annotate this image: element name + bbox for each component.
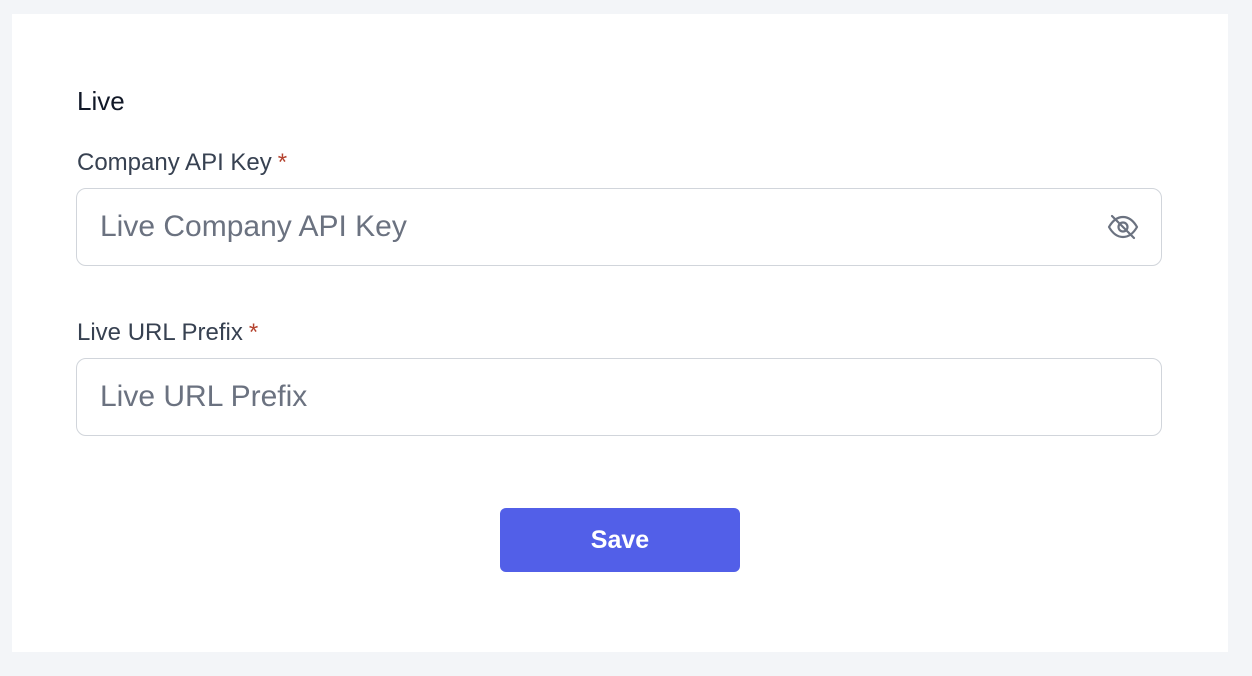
required-asterisk: * bbox=[248, 319, 259, 346]
required-asterisk: * bbox=[277, 149, 288, 176]
settings-card: Live Company API Key* Live URL Prefix* S… bbox=[12, 14, 1228, 652]
url-prefix-input[interactable] bbox=[77, 359, 1161, 435]
url-prefix-field bbox=[76, 358, 1162, 436]
eye-off-icon[interactable] bbox=[1107, 213, 1139, 241]
save-button[interactable]: Save bbox=[500, 508, 740, 572]
section-title: Live bbox=[77, 86, 125, 116]
api-key-field bbox=[76, 188, 1162, 266]
url-prefix-label: Live URL Prefix * bbox=[77, 318, 258, 348]
api-key-label: Company API Key * bbox=[77, 148, 287, 178]
api-key-label-text: Company API Key bbox=[77, 149, 272, 176]
api-key-input[interactable] bbox=[77, 189, 1161, 265]
url-prefix-label-text: Live URL Prefix bbox=[77, 319, 243, 346]
